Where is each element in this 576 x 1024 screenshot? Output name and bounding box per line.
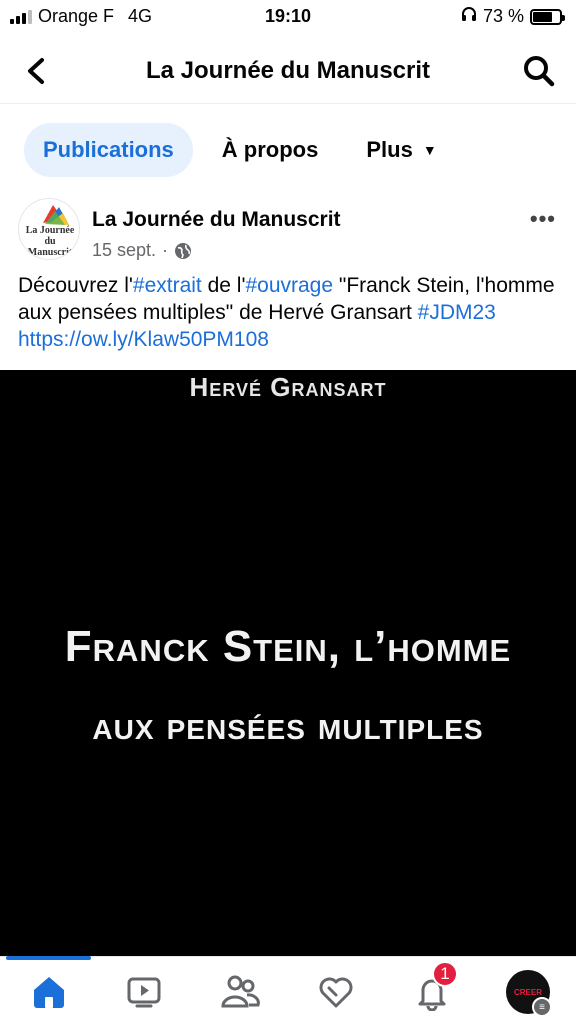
- post-text-segment: Découvrez l': [18, 274, 133, 297]
- page-tabs: Publications À propos Plus ▼: [24, 122, 456, 178]
- page-avatar[interactable]: La Journée du Manuscrit: [18, 198, 80, 260]
- tab-about[interactable]: À propos: [203, 123, 338, 177]
- notification-badge: 1: [432, 961, 458, 987]
- search-icon: [524, 56, 555, 87]
- home-icon: [34, 977, 64, 1008]
- tab-label: Plus: [366, 137, 413, 162]
- nav-dating[interactable]: [312, 969, 360, 1015]
- post-meta: 15 sept. ·: [92, 240, 192, 261]
- post-date[interactable]: 15 sept.: [92, 240, 156, 261]
- video-icon: [127, 977, 161, 1008]
- url-link[interactable]: https://ow.ly/Klaw50PM108: [18, 328, 269, 351]
- meta-separator: ·: [162, 240, 169, 260]
- hashtag-link[interactable]: #JDM23: [418, 301, 496, 324]
- hashtag-link[interactable]: #extrait: [133, 274, 202, 297]
- battery-fill: [533, 11, 552, 22]
- bottom-navigation: 1 CREER ≡: [0, 956, 576, 1024]
- post-text-segment: de l': [201, 274, 246, 297]
- status-right: 73 %: [461, 6, 565, 27]
- logo-text: La Journée du Manuscrit: [25, 225, 75, 258]
- headphones-icon: [461, 6, 477, 27]
- video-author-text: Hervé Gransart: [189, 372, 387, 402]
- video-title-line-1: Franck Stein, l’homme: [64, 622, 512, 671]
- menu-icon: ≡: [532, 997, 552, 1017]
- post-text: Découvrez l'#extrait de l'#ouvrage "Fran…: [18, 272, 558, 353]
- tab-more[interactable]: Plus ▼: [347, 123, 455, 177]
- profile-text: CREER: [513, 987, 542, 997]
- battery-icon: [530, 8, 565, 25]
- post-video[interactable]: Hervé Gransart Franck Stein, l’homme aux…: [0, 370, 576, 956]
- friends-icon: [221, 975, 260, 1008]
- battery-percent: 73 %: [482, 6, 524, 26]
- status-bar: Orange F 4G 19:10 73 %: [0, 0, 576, 34]
- caret-down-icon: ▼: [422, 142, 437, 158]
- page-header: La Journée du Manuscrit: [0, 40, 576, 104]
- nav-home[interactable]: [25, 969, 73, 1015]
- more-options-icon[interactable]: •••: [530, 206, 556, 232]
- hashtag-link[interactable]: #ouvrage: [245, 274, 333, 297]
- active-tab-indicator: [6, 956, 91, 960]
- nav-notifications[interactable]: 1: [408, 961, 458, 1015]
- nav-video[interactable]: [120, 969, 168, 1015]
- tab-label: À propos: [221, 137, 319, 162]
- tab-publications[interactable]: Publications: [24, 123, 193, 177]
- nav-menu[interactable]: CREER ≡: [504, 969, 552, 1017]
- nav-friends[interactable]: [216, 969, 264, 1015]
- dating-heart-icon: [319, 977, 353, 1008]
- globe-icon: [175, 242, 192, 259]
- video-title-line-2: aux pensées multiples: [92, 704, 484, 748]
- post-header: La Journée du Manuscrit La Journée du Ma…: [18, 198, 558, 264]
- page-title: La Journée du Manuscrit: [145, 57, 431, 84]
- post-author[interactable]: La Journée du Manuscrit: [92, 208, 341, 232]
- search-button[interactable]: [522, 54, 556, 88]
- tab-label: Publications: [43, 137, 174, 162]
